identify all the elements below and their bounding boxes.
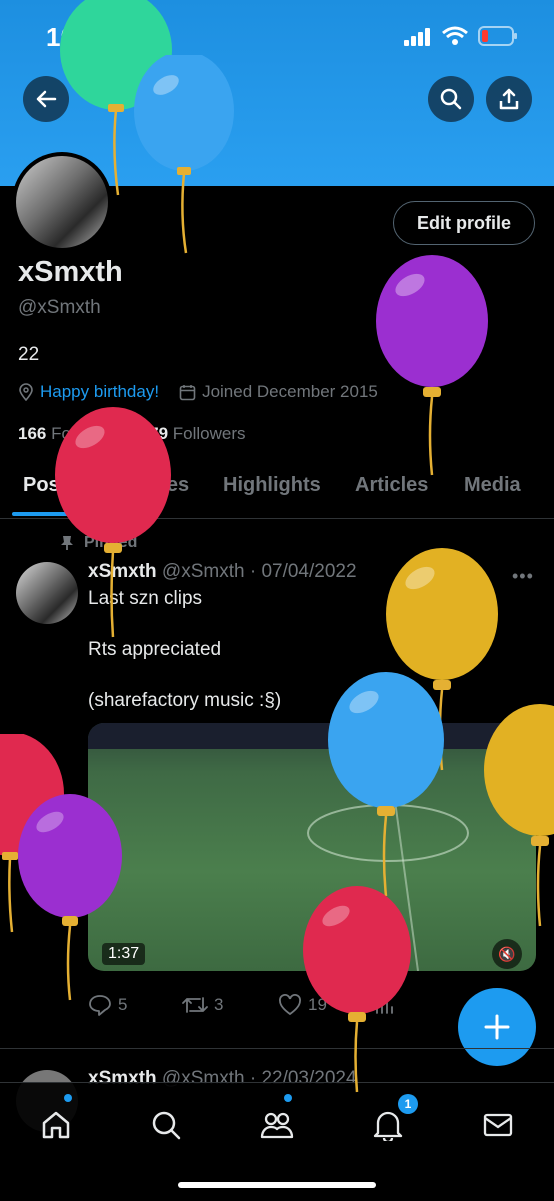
balloon-blue [134,55,234,254]
share-button[interactable] [486,76,532,122]
balloon-yellow-right [484,704,554,927]
balloon-blue-video [328,672,444,897]
edit-profile-button[interactable]: Edit profile [393,201,535,245]
notifications-badge: 1 [398,1094,418,1114]
post-text-line-3: (sharefactory music :§) [88,690,282,711]
wifi-icon [442,26,468,45]
profile-handle: @xSmxth [18,297,101,318]
nav-messages[interactable] [478,1105,518,1145]
post-more-icon[interactable]: ••• [512,566,534,587]
nav-home[interactable] [36,1105,76,1145]
heart-icon [279,994,301,1016]
home-indicator [178,1182,376,1188]
search-icon [152,1111,181,1140]
communities-unread-dot [284,1094,292,1102]
profile-bio: 22 [18,344,40,365]
followers-label: Followers [172,424,246,443]
share-icon [499,88,519,110]
balloon-purple-left [18,794,122,1001]
communities-icon [260,1112,294,1139]
search-button[interactable] [428,76,474,122]
tab-highlights[interactable]: Highlights [223,474,321,497]
back-arrow-icon [36,90,57,108]
mail-icon [483,1113,513,1137]
post-divider [0,1048,554,1049]
post-meta: @xSmxth · 07/04/2022 [161,561,357,582]
profile-meta: Happy birthday! Joined December 2015 [18,382,378,402]
balloon-purple-top [376,255,488,476]
nav-communities[interactable] [257,1105,297,1145]
joined-date: Joined December 2015 [202,382,378,401]
search-icon [440,88,462,110]
home-unread-dot [64,1094,72,1102]
balloon-red-tabs [55,407,171,638]
compose-button[interactable] [458,988,536,1066]
balloon-red-bottom [303,886,411,1093]
repost-button[interactable]: 3 [182,994,223,1016]
bell-icon [373,1111,403,1141]
plus-icon [484,1014,510,1040]
post-text-line-2: Rts appreciated [88,639,222,660]
cellular-signal-icon [404,28,430,46]
home-icon [42,1111,70,1139]
battery-icon [478,26,517,46]
mute-icon[interactable]: 🔇 [492,939,522,969]
birthday-link[interactable]: Happy birthday! [40,382,159,402]
location-pin-icon [19,383,33,401]
profile-name: xSmxth [18,256,123,288]
calendar-icon [179,384,196,400]
repost-count: 3 [214,995,224,1014]
nav-search[interactable] [146,1105,186,1145]
repost-icon [182,997,208,1013]
following-count: 166 [18,424,47,443]
